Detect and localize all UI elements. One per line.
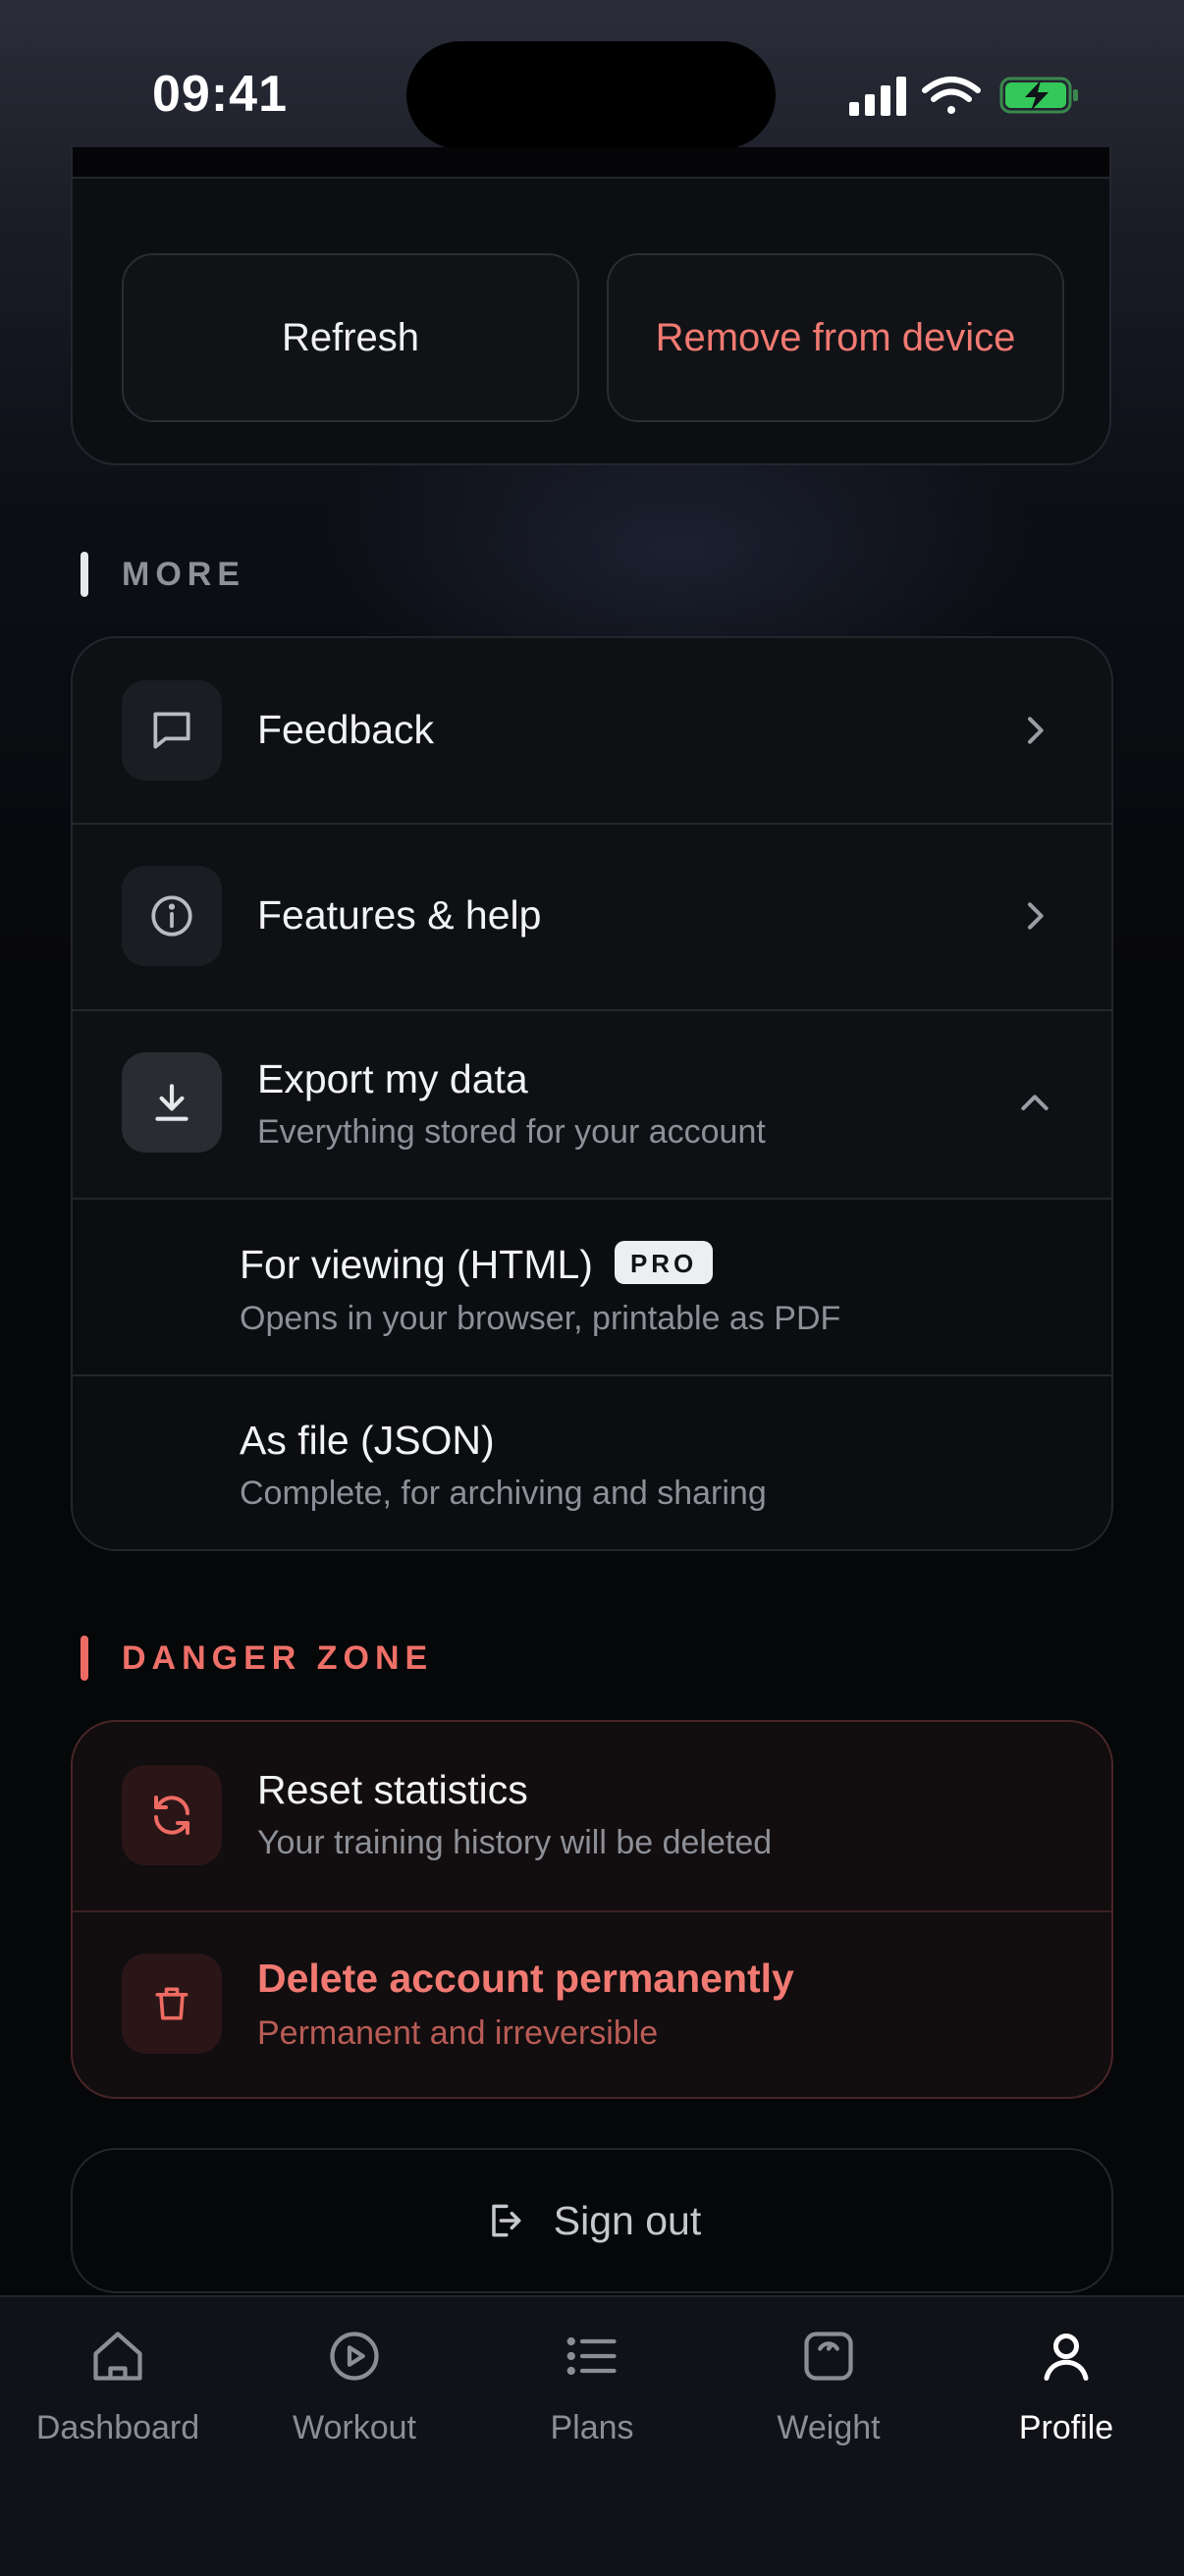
- list-item-delete-account[interactable]: Delete account permanently Permanent and…: [73, 1912, 1111, 2097]
- status-time: 09:41: [152, 66, 288, 123]
- option-subtitle: Complete, for archiving and sharing: [240, 1475, 767, 1512]
- item-label: Delete account permanently: [257, 1956, 794, 2001]
- tab-label: Workout: [293, 2409, 416, 2446]
- section-header-more: MORE: [81, 552, 245, 597]
- tab-workout[interactable]: Workout: [237, 2327, 472, 2447]
- item-label: Feedback: [257, 707, 435, 752]
- chevron-right-icon: [1028, 717, 1044, 744]
- option-subtitle: Opens in your browser, printable as PDF: [240, 1300, 841, 1337]
- tab-plans[interactable]: Plans: [474, 2327, 710, 2447]
- list-item-reset-statistics[interactable]: Reset statistics Your training history w…: [73, 1722, 1111, 1910]
- scale-icon: [804, 2332, 853, 2381]
- option-label: For viewing (HTML): [240, 1242, 593, 1287]
- section-title: MORE: [122, 555, 245, 593]
- export-option-html[interactable]: For viewing (HTML) PRO Opens in your brow…: [73, 1200, 1111, 1374]
- list-item-features-help[interactable]: Features & help: [73, 825, 1111, 1009]
- danger-zone-card: Reset statistics Your training history w…: [71, 1720, 1113, 2099]
- sign-out-label: Sign out: [553, 2197, 702, 2243]
- item-subtitle: Everything stored for your account: [257, 1113, 766, 1151]
- chevron-up-icon: [1021, 1095, 1049, 1110]
- logout-icon: [492, 2204, 521, 2237]
- item-label: Export my data: [257, 1056, 528, 1101]
- download-icon: [122, 1052, 222, 1153]
- list-icon: [566, 2336, 617, 2376]
- device-data-card: Refresh Remove from device: [71, 147, 1111, 465]
- tab-dashboard[interactable]: Dashboard: [0, 2327, 236, 2447]
- trash-icon: [122, 1954, 222, 2054]
- tab-bar: Dashboard Workout Plans Weight Profile: [0, 2295, 1184, 2576]
- section-accent-bar: [81, 552, 88, 597]
- tab-label: Plans: [550, 2409, 634, 2446]
- chevron-right-icon: [1028, 902, 1044, 930]
- tab-label: Weight: [777, 2409, 881, 2446]
- card-divider: [73, 177, 1109, 179]
- tab-weight[interactable]: Weight: [711, 2327, 946, 2447]
- tab-profile[interactable]: Profile: [948, 2327, 1184, 2447]
- item-label: Reset statistics: [257, 1767, 528, 1812]
- refresh-button[interactable]: Refresh: [122, 253, 579, 422]
- option-label: As file (JSON): [240, 1418, 495, 1463]
- section-header-danger-zone: DANGER ZONE: [81, 1636, 433, 1681]
- section-accent-bar: [81, 1636, 88, 1681]
- battery-charging-icon: [999, 77, 1078, 114]
- home-icon: [93, 2332, 142, 2381]
- pro-badge: PRO: [614, 1241, 714, 1284]
- list-item-feedback[interactable]: Feedback: [73, 638, 1111, 823]
- card-edge: [73, 147, 1109, 177]
- play-circle-icon: [330, 2332, 379, 2381]
- refresh-icon: [122, 1765, 222, 1865]
- list-item-export-data[interactable]: Export my data Everything stored for you…: [73, 1011, 1111, 1198]
- item-label: Features & help: [257, 892, 542, 938]
- status-icons: [849, 77, 1078, 116]
- sign-out-button[interactable]: Sign out: [71, 2148, 1113, 2293]
- tab-label: Dashboard: [35, 2409, 200, 2446]
- dynamic-island: [406, 41, 776, 149]
- wifi-icon: [922, 77, 981, 114]
- tab-label: Profile: [1018, 2409, 1114, 2446]
- export-option-json[interactable]: As file (JSON) Complete, for archiving a…: [73, 1376, 1111, 1549]
- cellular-signal-icon: [849, 77, 906, 116]
- message-square-icon: [122, 680, 222, 780]
- item-subtitle: Permanent and irreversible: [257, 2014, 659, 2052]
- info-circle-icon: [122, 866, 222, 966]
- more-card: Feedback Features & help Export my data …: [71, 636, 1113, 1551]
- user-icon: [1044, 2334, 1089, 2381]
- item-subtitle: Your training history will be deleted: [257, 1824, 773, 1861]
- remove-from-device-button[interactable]: Remove from device: [607, 253, 1064, 422]
- option-label-row: For viewing (HTML) PRO: [240, 1241, 714, 1288]
- section-title: DANGER ZONE: [122, 1638, 434, 1677]
